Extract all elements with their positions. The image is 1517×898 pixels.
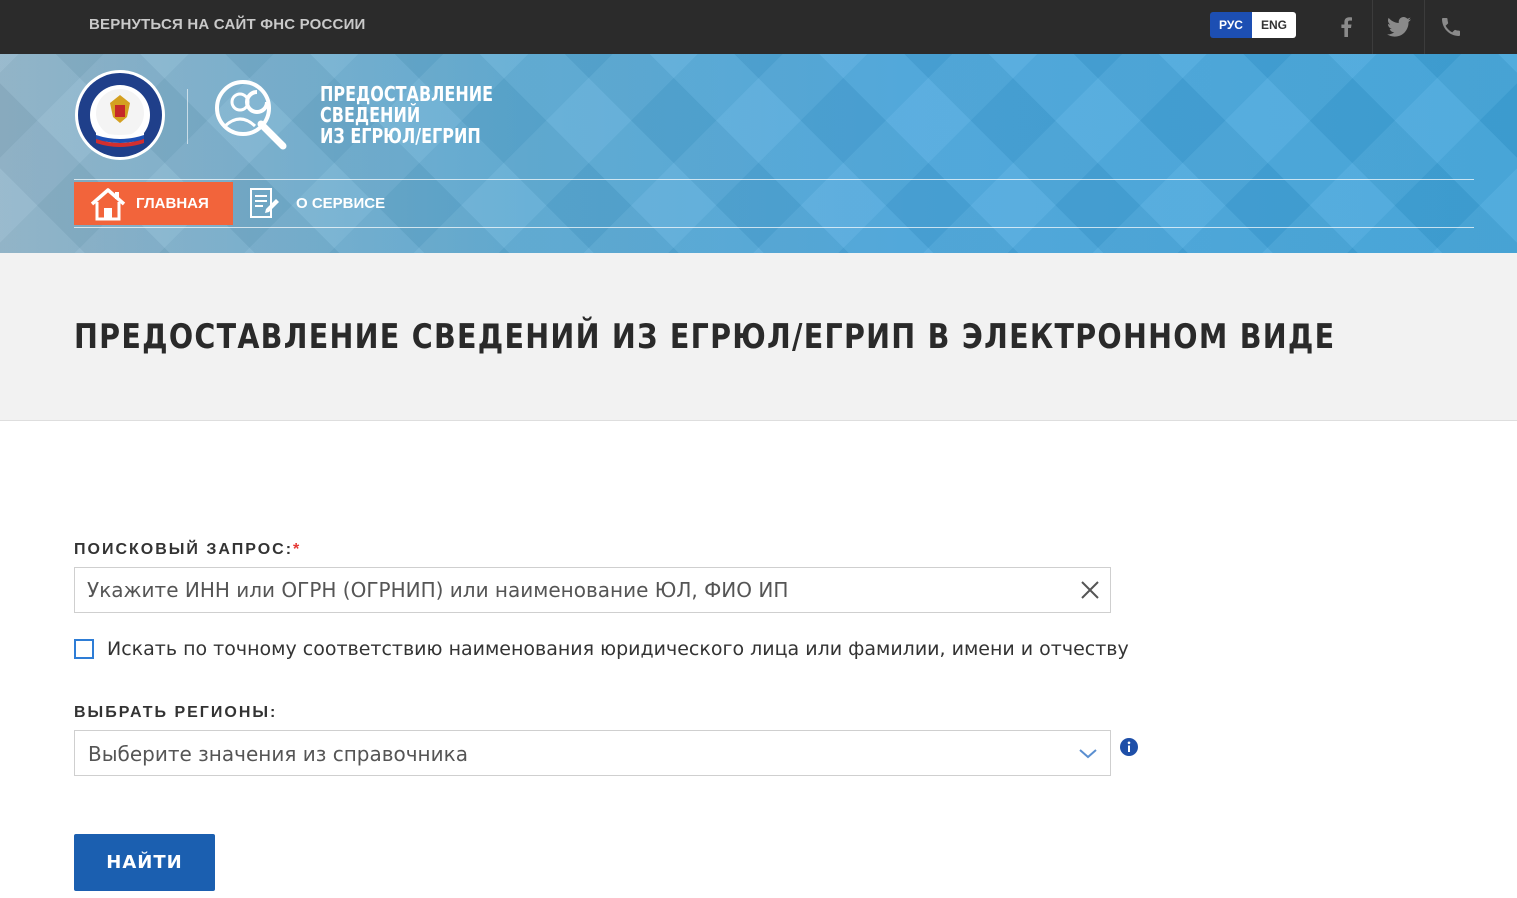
exact-match-row: Искать по точному соответствию наименова… [74, 638, 1129, 660]
top-bar: ВЕРНУТЬСЯ НА САЙТ ФНС РОССИИ РУС ENG [0, 0, 1517, 54]
back-to-fns-link[interactable]: ВЕРНУТЬСЯ НА САЙТ ФНС РОССИИ [89, 16, 366, 33]
nav-line-top [74, 179, 1474, 180]
nav-line-bottom [74, 227, 1474, 228]
search-input-box [74, 567, 1111, 613]
header-banner: ПРЕДОСТАВЛЕНИЕ СВЕДЕНИЙ ИЗ ЕГРЮЛ/ЕГРИП Г… [0, 54, 1517, 253]
search-label-text: ПОИСКОВЫЙ ЗАПРОС: [74, 541, 294, 558]
nav-home-tab[interactable]: ГЛАВНАЯ [74, 182, 233, 225]
lang-en-button[interactable]: ENG [1251, 12, 1296, 38]
search-input[interactable] [75, 568, 1079, 612]
exact-match-checkbox[interactable] [74, 639, 94, 659]
twitter-icon[interactable] [1372, 0, 1425, 54]
info-icon[interactable] [1120, 738, 1138, 756]
find-button[interactable]: НАЙТИ [74, 834, 215, 891]
required-mark: * [293, 541, 302, 558]
clear-icon[interactable] [1080, 580, 1100, 600]
page-title: ПРЕДОСТАВЛЕНИЕ СВЕДЕНИЙ ИЗ ЕГРЮЛ/ЕГРИП В… [74, 317, 1336, 357]
regions-select[interactable]: Выберите значения из справочника [74, 730, 1111, 776]
regions-label: ВЫБРАТЬ РЕГИОНЫ: [74, 704, 278, 721]
lang-ru-button[interactable]: РУС [1210, 12, 1252, 38]
title-band: ПРЕДОСТАВЛЕНИЕ СВЕДЕНИЙ ИЗ ЕГРЮЛ/ЕГРИП В… [0, 253, 1517, 421]
regions-select-placeholder: Выберите значения из справочника [88, 742, 468, 766]
service-title: ПРЕДОСТАВЛЕНИЕ СВЕДЕНИЙ ИЗ ЕГРЮЛ/ЕГРИП [320, 84, 512, 147]
service-title-line2: СВЕДЕНИЙ [320, 103, 421, 127]
facebook-icon[interactable] [1320, 0, 1372, 54]
document-icon [250, 187, 279, 218]
home-icon [90, 187, 126, 220]
service-title-line3: ИЗ ЕГРЮЛ/ЕГРИП [320, 124, 481, 148]
service-inspector-icon [211, 78, 291, 154]
language-switcher: РУС ENG [1210, 12, 1296, 38]
search-label: ПОИСКОВЫЙ ЗАПРОС:* [74, 541, 301, 559]
chevron-down-icon[interactable] [1078, 745, 1098, 761]
exact-match-label[interactable]: Искать по точному соответствию наименова… [107, 638, 1129, 660]
phone-icon[interactable] [1424, 0, 1477, 54]
nav-about-label: О СЕРВИСЕ [296, 195, 386, 212]
fns-emblem-logo[interactable] [74, 69, 166, 161]
nav-home-label: ГЛАВНАЯ [136, 195, 209, 212]
service-title-line1: ПРЕДОСТАВЛЕНИЕ [320, 82, 494, 106]
logo-divider [187, 89, 188, 144]
nav-about-tab[interactable]: О СЕРВИСЕ [246, 182, 385, 225]
